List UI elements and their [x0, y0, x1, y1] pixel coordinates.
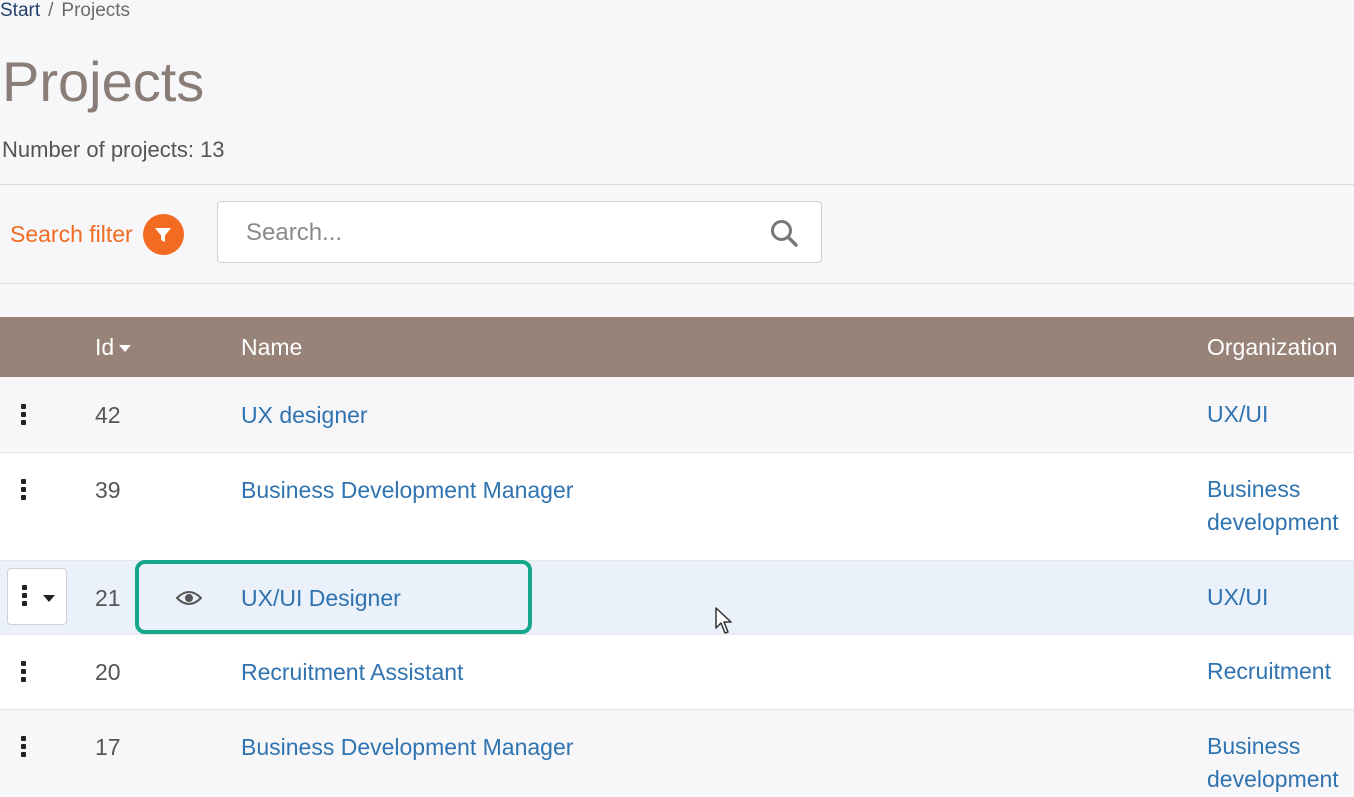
column-header-id[interactable]: Id: [95, 317, 132, 377]
search-box: [217, 201, 822, 264]
org-line: UX/UI: [1207, 584, 1269, 610]
highlight-annotation: [135, 560, 532, 634]
search-input[interactable]: [244, 202, 748, 264]
chevron-down-icon: [43, 595, 55, 602]
breadcrumb-separator: /: [48, 0, 54, 21]
row-id: 42: [95, 402, 121, 428]
row-id: 17: [95, 734, 121, 760]
project-count: Number of projects: 13: [2, 137, 225, 162]
org-line: Recruitment: [1207, 658, 1331, 684]
mouse-cursor-icon: [715, 607, 735, 640]
table-header: Id Name Organization: [0, 317, 1354, 377]
column-header-name[interactable]: Name: [241, 317, 302, 377]
divider: [0, 184, 1354, 185]
divider: [0, 283, 1354, 284]
breadcrumb-current: Projects: [61, 0, 131, 21]
sort-descending-icon: [119, 345, 132, 353]
org-line: Business: [1207, 476, 1301, 502]
row-name-link[interactable]: Business Development Manager: [241, 477, 573, 504]
breadcrumb-start-link[interactable]: Start: [0, 0, 40, 21]
org-line: development: [1207, 766, 1339, 792]
row-organization-link[interactable]: Recruitment: [1207, 655, 1331, 688]
row-actions-icon[interactable]: [19, 404, 27, 425]
row-actions-icon: [20, 585, 28, 606]
row-id: 20: [95, 659, 121, 685]
search-filter-label[interactable]: Search filter: [10, 221, 133, 248]
row-actions-icon[interactable]: [19, 479, 27, 500]
table-row: 42 UX designer UX/UI: [0, 378, 1354, 453]
page-title: Projects: [2, 50, 205, 113]
org-line: development: [1207, 509, 1339, 535]
org-line: Business: [1207, 733, 1301, 759]
column-header-organization[interactable]: Organization: [1207, 317, 1337, 377]
table-row: 39 Business Development Manager Business…: [0, 453, 1354, 561]
search-filter-toggle[interactable]: Search filter: [10, 214, 184, 255]
row-actions-dropdown-button[interactable]: [7, 568, 67, 625]
org-line: UX/UI: [1207, 401, 1269, 427]
row-actions-icon[interactable]: [19, 736, 27, 757]
filter-icon[interactable]: [142, 214, 184, 255]
table-row: 20 Recruitment Assistant Recruitment: [0, 635, 1354, 710]
row-organization-link[interactable]: Business development: [1207, 473, 1339, 539]
row-organization-link[interactable]: UX/UI: [1207, 398, 1268, 431]
row-actions-icon[interactable]: [19, 661, 27, 682]
row-name-link[interactable]: Recruitment Assistant: [241, 659, 463, 686]
table-row: 17 Business Development Manager Business…: [0, 710, 1354, 797]
column-header-id-label: Id: [95, 334, 115, 360]
row-name-link[interactable]: UX designer: [241, 402, 368, 429]
row-organization-link[interactable]: UX/UI: [1207, 581, 1268, 614]
row-id: 21: [95, 585, 121, 611]
row-organization-link[interactable]: Business development: [1207, 730, 1339, 796]
row-name-link[interactable]: Business Development Manager: [241, 734, 573, 761]
search-icon[interactable]: [769, 218, 799, 253]
breadcrumb: Start / Projects: [0, 0, 130, 22]
row-id: 39: [95, 477, 121, 503]
